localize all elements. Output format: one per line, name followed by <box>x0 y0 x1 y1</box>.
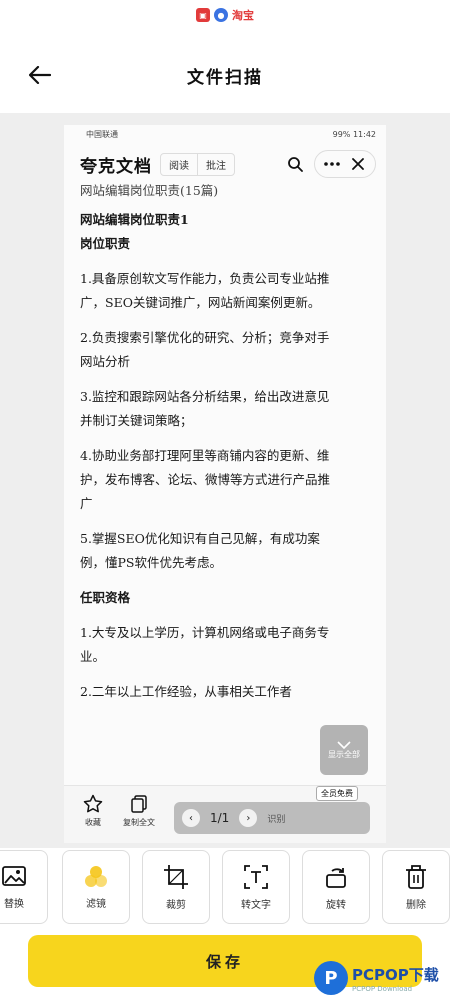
doc-line: 岗位职责 <box>80 236 131 251</box>
scanned-tab-annotate: 批注 <box>197 153 234 175</box>
free-badge: 全员免费 <box>316 786 358 801</box>
doc-paragraph-gap <box>80 669 370 680</box>
doc-line: 2.负责搜索引擎优化的研究、分析；竞争对手 <box>80 330 330 345</box>
scanned-doc-bottom-bar: 收藏 复制全文 全员免费 ‹ 1/1 › 识别 <box>64 785 386 843</box>
status-badge-text: 淘宝 <box>232 9 254 22</box>
copy-icon <box>131 795 147 813</box>
scanned-phone-status: 中国联通 99% 11:42 <box>64 125 386 143</box>
scanned-doc-tabs: 阅读 批注 <box>160 152 235 176</box>
app-header: 文件扫描 <box>0 45 450 105</box>
doc-line: 例，懂PS软件优先考虑。 <box>80 555 222 570</box>
back-button[interactable] <box>22 60 58 90</box>
page-indicator: 1/1 <box>210 811 230 825</box>
arrow-left-icon <box>29 66 51 84</box>
browser-badge-icon: ● <box>214 8 228 22</box>
scanned-tab-read: 阅读 <box>169 160 189 172</box>
doc-paragraph-gap <box>80 374 370 385</box>
to-text-label: 转文字 <box>241 899 271 911</box>
doc-line: 护，发布博客、论坛、微博等方式进行产品推 <box>80 472 331 487</box>
doc-line: 5.掌握SEO优化知识有自己见解，有成功案 <box>80 531 320 546</box>
doc-line: 任职资格 <box>80 590 131 605</box>
delete-label: 删除 <box>406 899 426 911</box>
doc-paragraph-gap <box>80 315 370 326</box>
scanned-carrier: 中国联通 <box>86 129 118 139</box>
image-icon <box>2 865 26 886</box>
watermark-logo-icon: P <box>314 961 348 995</box>
doc-line: 并制订关键词策略； <box>80 413 193 428</box>
filter-label: 滤镜 <box>86 898 106 910</box>
doc-paragraph-gap <box>80 256 370 267</box>
doc-paragraph-gap <box>80 610 370 621</box>
doc-line: 1.大专及以上学历，计算机网络或电子商务专 <box>80 625 330 640</box>
scanned-pager: ‹ 1/1 › 识别 <box>174 802 370 834</box>
doc-line: 4.协助业务部打理阿里等商铺内容的更新、维 <box>80 448 330 463</box>
top-status-strip: ▣ ● 淘宝 <box>0 0 450 30</box>
close-icon <box>345 151 371 177</box>
scanned-document[interactable]: 中国联通 99% 11:42 夸克文档 阅读 批注 网站编辑岗位职责(15篇) … <box>64 125 386 843</box>
star-icon <box>83 794 103 813</box>
scan-preview-area: 中国联通 99% 11:42 夸克文档 阅读 批注 网站编辑岗位职责(15篇) … <box>0 113 450 848</box>
doc-paragraph-gap <box>80 575 370 586</box>
scanned-favorite: 收藏 <box>70 794 116 828</box>
replace-label: 替换 <box>4 898 24 910</box>
more-icon <box>319 151 345 177</box>
crop-label: 裁剪 <box>166 899 186 911</box>
page-title: 文件扫描 <box>187 67 263 88</box>
rotate-label: 旋转 <box>326 899 346 911</box>
doc-line: 业。 <box>80 649 106 664</box>
crop-button[interactable]: 裁剪 <box>142 850 210 924</box>
doc-line: 3.监控和跟踪网站各分析结果，给出改进意见 <box>80 389 330 404</box>
chevron-down-icon <box>337 740 351 749</box>
scanned-doc-actions <box>282 150 376 178</box>
trash-icon <box>406 864 426 889</box>
doc-line: 2.二年以上工作经验，从事相关工作者 <box>80 684 292 699</box>
doc-paragraph-gap <box>80 516 370 527</box>
scanned-doc-body: 网站编辑岗位职责(15篇) 网站编辑岗位职责1 岗位职责 1.具备原创软文写作能力，负… <box>64 179 386 704</box>
filter-icon <box>85 865 107 887</box>
doc-line: 广 <box>80 496 93 511</box>
scanned-status-right: 99% 11:42 <box>332 129 376 139</box>
doc-line: 网站编辑岗位职责1 <box>80 212 189 227</box>
app-badge-icon: ▣ <box>196 8 210 22</box>
replace-button[interactable]: 替换 <box>0 850 48 924</box>
pager-hint: 识别 <box>267 814 286 825</box>
watermark-subtext: PCPOP Download <box>352 984 413 993</box>
to-text-button[interactable]: 转文字 <box>222 850 290 924</box>
doc-line: 网站分析 <box>80 354 131 369</box>
edit-toolbar: 替换 滤镜 裁剪 转文字 旋转 删除 <box>0 850 450 926</box>
scroll-hint-text: 显示全部 <box>328 749 360 759</box>
scanned-brand: 夸克文档 <box>80 156 152 177</box>
doc-line: 1.具备原创软文写作能力，负责公司专业站推 <box>80 271 330 286</box>
chevron-left-icon: ‹ <box>182 809 200 827</box>
rotate-icon <box>326 867 346 888</box>
doc-line: 网站编辑岗位职责(15篇) <box>80 183 219 197</box>
scanned-menu-pill <box>314 150 376 178</box>
watermark-logo: P PCPOP下载 PCPOP Download <box>314 956 450 1000</box>
crop-icon <box>164 864 188 889</box>
doc-paragraph-gap <box>80 433 370 444</box>
doc-line: 广，SEO关键词推广，网站新闻案例更新。 <box>80 295 321 310</box>
rotate-button[interactable]: 旋转 <box>302 850 370 924</box>
filter-button[interactable]: 滤镜 <box>62 850 130 924</box>
doc-paragraph-gap <box>80 197 370 208</box>
chevron-right-icon: › <box>239 809 258 827</box>
scroll-hint-overlay: 显示全部 <box>320 725 368 775</box>
search-icon <box>282 151 308 177</box>
watermark-text: PCPOP下载 <box>352 965 439 984</box>
delete-button[interactable]: 删除 <box>382 850 450 924</box>
scanned-copy-all: 复制全文 <box>116 794 162 828</box>
text-scan-icon <box>244 864 268 889</box>
